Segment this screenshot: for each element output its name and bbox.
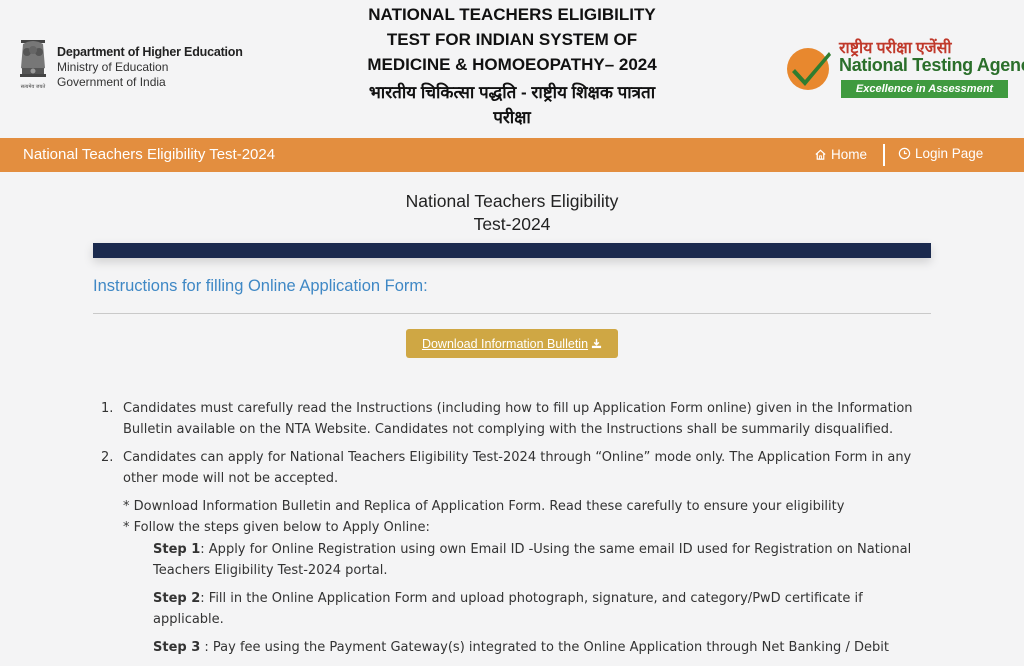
section-title: Instructions for filling Online Applicat…	[93, 277, 428, 295]
list-item-text: Candidates can apply for National Teache…	[123, 450, 912, 486]
step-label: Step 2	[153, 591, 201, 606]
home-link[interactable]: Home	[814, 147, 867, 162]
ministry-logo[interactable]: सत्यमेव जयते Department of Higher Educat…	[15, 38, 243, 96]
login-page-link[interactable]: Login Page	[898, 146, 983, 161]
exam-title-hindi: भारतीय चिकित्सा पद्धति - राष्ट्रीय शिक्ष…	[368, 83, 656, 127]
nta-name-english: National Testing Agency	[839, 55, 1024, 75]
nta-tagline: Excellence in Assessment	[841, 80, 1008, 98]
note-download: * Download Information Bulletin and Repl…	[123, 499, 845, 514]
home-link-label: Home	[831, 147, 868, 162]
download-bulletin-button[interactable]: Download Information Bulletin	[406, 329, 618, 358]
dept-name: Department of Higher Education	[57, 45, 243, 59]
site-header: सत्यमेव जयते Department of Higher Educat…	[0, 0, 1024, 138]
clock-icon	[898, 147, 911, 160]
list-item-number: 1.	[101, 401, 114, 416]
nav-divider	[883, 144, 885, 166]
step-text: : Fill in the Online Application Form an…	[153, 591, 863, 627]
download-icon	[591, 338, 602, 349]
nta-checkmark-icon	[787, 48, 831, 90]
section-divider-bar	[93, 243, 931, 258]
navbar-title[interactable]: National Teachers Eligibility Test-2024	[23, 146, 275, 163]
download-button-label: Download Information Bulletin	[421, 336, 589, 351]
step-label: Step 1	[153, 542, 201, 557]
exam-title-english: NATIONAL TEACHERS ELIGIBILITY TEST FOR I…	[367, 5, 657, 74]
main-heading: National Teachers Eligibility Test-2024	[362, 190, 662, 236]
step-label: Step 3	[153, 640, 201, 655]
nta-logo[interactable]: राष्ट्रीय परीक्षा एजेंसी National Testin…	[785, 36, 1024, 100]
horizontal-rule	[93, 313, 931, 314]
svg-text:सत्यमेव जयते: सत्यमेव जयते	[21, 83, 46, 90]
list-item: 2. Candidates can apply for National Tea…	[101, 447, 941, 489]
list-item: 1. Candidates must carefully read the In…	[101, 398, 941, 440]
step-item: Step 3 : Pay fee using the Payment Gatew…	[153, 637, 933, 658]
main-heading-line1: National Teachers Eligibility	[405, 191, 619, 211]
home-icon	[815, 149, 826, 160]
list-item-text: Candidates must carefully read the Instr…	[123, 401, 913, 437]
ministry-text: Department of Higher Education Ministry …	[57, 45, 243, 90]
government-name: Government of India	[57, 75, 166, 89]
step-item: Step 1: Apply for Online Registration us…	[153, 539, 933, 581]
note-follow-steps: * Follow the steps given below to Apply …	[123, 520, 430, 535]
main-heading-line2: Test-2024	[473, 214, 551, 234]
step-item: Step 2: Fill in the Online Application F…	[153, 588, 933, 630]
login-link-label: Login Page	[915, 146, 984, 161]
step-text: : Apply for Online Registration using ow…	[153, 542, 912, 578]
national-emblem-icon: सत्यमेव जयते	[20, 40, 46, 90]
list-item-number: 2.	[101, 450, 114, 465]
navbar: National Teachers Eligibility Test-2024 …	[0, 138, 1024, 172]
step-text: : Pay fee using the Payment Gateway(s) i…	[200, 640, 889, 655]
page-title: NATIONAL TEACHERS ELIGIBILITY TEST FOR I…	[352, 2, 672, 130]
instructions-list: 1. Candidates must carefully read the In…	[101, 398, 941, 665]
ministry-name: Ministry of Education	[57, 60, 169, 74]
